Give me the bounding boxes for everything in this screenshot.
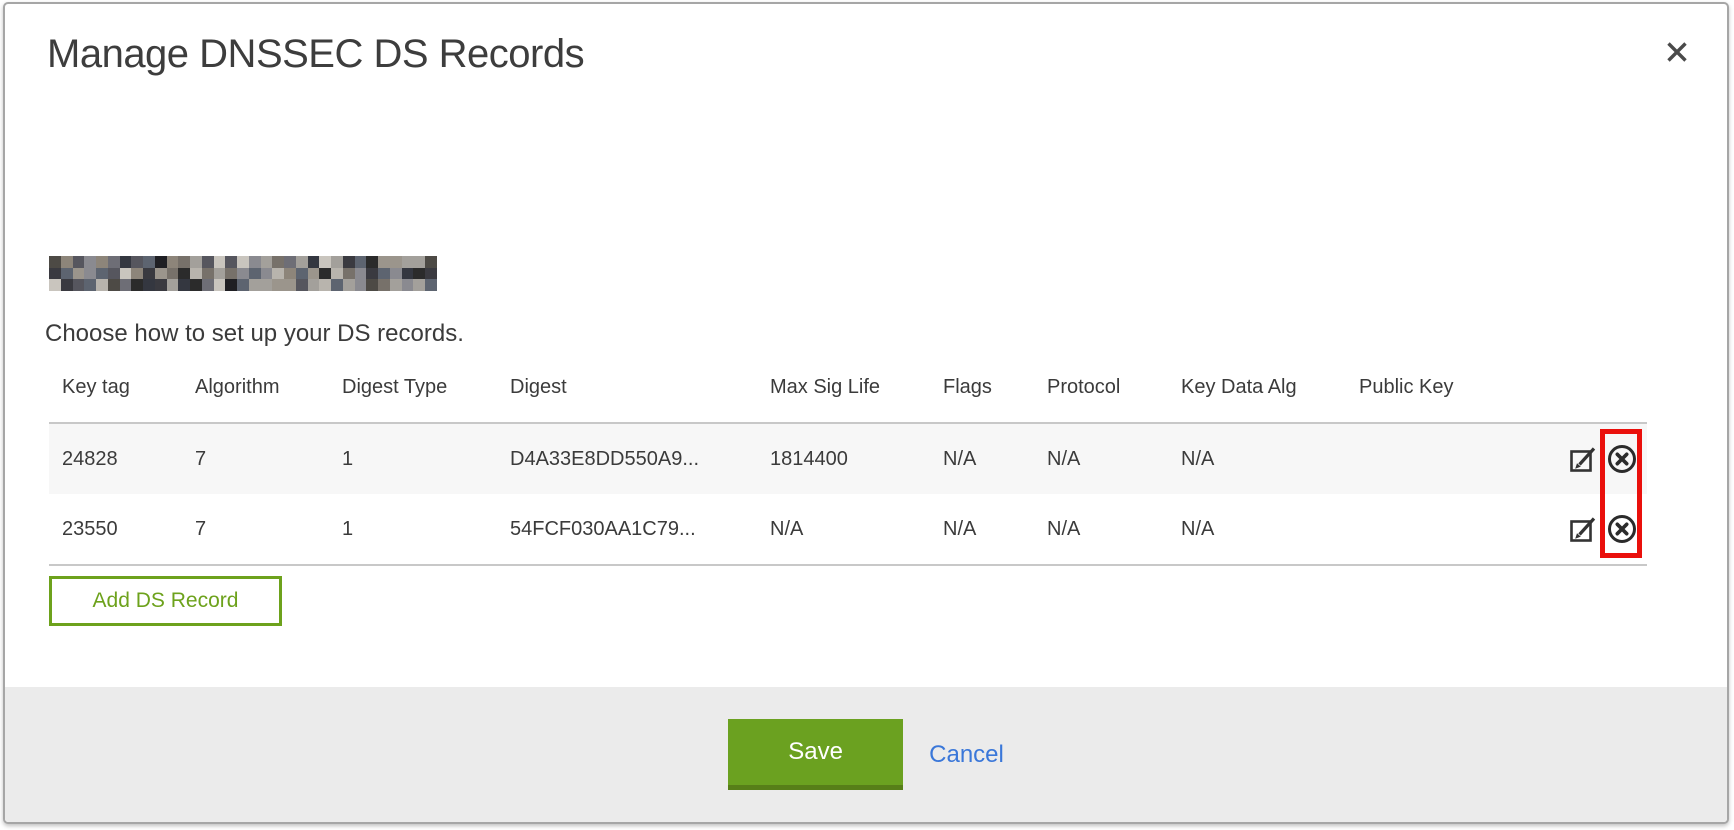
header-flags: Flags (943, 376, 1047, 422)
header-public-key: Public Key (1359, 376, 1562, 422)
cell-key-tag: 24828 (49, 448, 195, 471)
delete-record-button[interactable] (1605, 512, 1639, 546)
table-header-row: Key tag Algorithm Digest Type Digest Max… (49, 376, 1647, 424)
header-protocol: Protocol (1047, 376, 1181, 422)
cell-algorithm: 7 (195, 448, 342, 471)
edit-icon (1567, 513, 1599, 545)
cell-max-sig-life: 1814400 (770, 448, 943, 471)
table-body: 24828 7 1 D4A33E8DD550A9... 1814400 N/A … (49, 424, 1647, 566)
cell-digest-type: 1 (342, 518, 510, 541)
cell-actions (1562, 512, 1647, 546)
cell-digest: 54FCF030AA1C79... (510, 518, 770, 541)
header-max-sig-life: Max Sig Life (770, 376, 943, 422)
delete-record-button[interactable] (1605, 442, 1639, 476)
header-key-data-alg: Key Data Alg (1181, 376, 1359, 422)
header-actions (1562, 376, 1647, 422)
cell-flags: N/A (943, 518, 1047, 541)
manage-dnssec-dialog: Manage DNSSEC DS Records Choose how to s… (3, 2, 1729, 824)
cell-key-data-alg: N/A (1181, 448, 1359, 471)
ds-records-table: Key tag Algorithm Digest Type Digest Max… (49, 376, 1647, 566)
cell-protocol: N/A (1047, 448, 1181, 471)
save-button[interactable]: Save (728, 719, 903, 790)
cell-algorithm: 7 (195, 518, 342, 541)
delete-icon (1605, 442, 1639, 476)
close-button[interactable] (1657, 32, 1697, 72)
cell-max-sig-life: N/A (770, 518, 943, 541)
cell-digest-type: 1 (342, 448, 510, 471)
table-row: 24828 7 1 D4A33E8DD550A9... 1814400 N/A … (49, 424, 1647, 494)
redacted-domain (49, 256, 437, 291)
cell-protocol: N/A (1047, 518, 1181, 541)
cell-key-data-alg: N/A (1181, 518, 1359, 541)
add-ds-record-button[interactable]: Add DS Record (49, 576, 282, 626)
close-icon (1664, 39, 1690, 65)
cell-flags: N/A (943, 448, 1047, 471)
edit-record-button[interactable] (1567, 513, 1599, 545)
instructions-text: Choose how to set up your DS records. (45, 320, 464, 348)
header-digest-type: Digest Type (342, 376, 510, 422)
page-title: Manage DNSSEC DS Records (47, 32, 584, 77)
cell-key-tag: 23550 (49, 518, 195, 541)
cell-digest: D4A33E8DD550A9... (510, 448, 770, 471)
table-row: 23550 7 1 54FCF030AA1C79... N/A N/A N/A … (49, 494, 1647, 564)
edit-record-button[interactable] (1567, 443, 1599, 475)
cell-actions (1562, 442, 1647, 476)
delete-icon (1605, 512, 1639, 546)
header-algorithm: Algorithm (195, 376, 342, 422)
dialog-footer: Save Cancel (5, 687, 1727, 822)
cancel-button[interactable]: Cancel (929, 741, 1004, 769)
header-digest: Digest (510, 376, 770, 422)
edit-icon (1567, 443, 1599, 475)
header-key-tag: Key tag (49, 376, 195, 422)
